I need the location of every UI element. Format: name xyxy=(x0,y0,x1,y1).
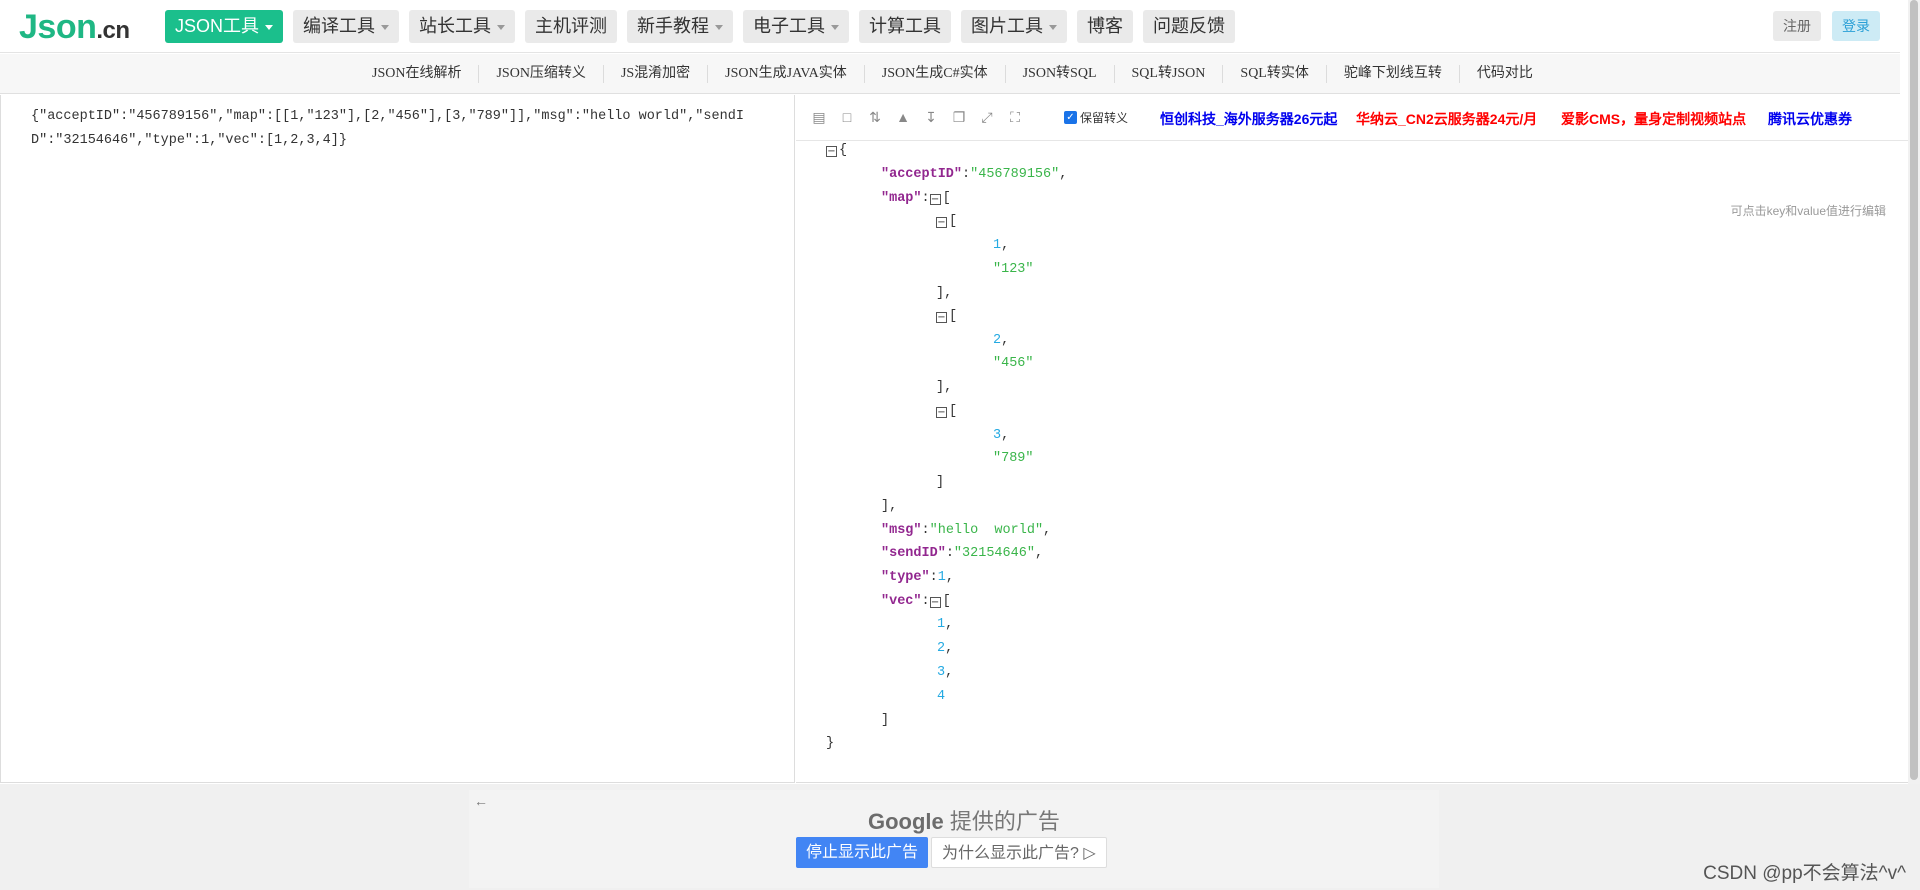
ad-link-2[interactable]: 华纳云_CN2云服务器24元/月 xyxy=(1356,109,1537,129)
nav-item-8[interactable]: 博客 xyxy=(1077,10,1134,43)
chevron-down-icon xyxy=(381,25,390,30)
chevron-down-icon xyxy=(1049,25,1058,30)
stop-showing-ad-button[interactable]: 停止显示此广告 xyxy=(796,837,929,868)
subnav-link-3[interactable]: JSON生成JAVA实体 xyxy=(707,65,864,83)
tree-value-sendID[interactable]: "32154646" xyxy=(954,546,1035,561)
nav-item-0[interactable]: JSON工具 xyxy=(165,10,284,43)
nav-item-3[interactable]: 主机评测 xyxy=(525,10,618,43)
subnav-link-1[interactable]: JSON压缩转义 xyxy=(478,65,602,83)
keep-escape-checkbox[interactable]: ✓ 保留转义 xyxy=(1064,109,1128,126)
compress-icon[interactable]: ⤢ xyxy=(978,108,996,126)
chevron-down-icon xyxy=(831,25,840,30)
top-navbar: Json.cn JSON工具 编译工具 站长工具 主机评测 新手教程 电子工具 计算工具 图片… xyxy=(0,0,1900,53)
tree-value[interactable]: "789" xyxy=(993,451,1034,466)
nav-item-7[interactable]: 图片工具 xyxy=(961,10,1068,43)
chevron-down-icon xyxy=(265,25,274,30)
copy-icon[interactable]: ❐ xyxy=(950,108,968,126)
nav-item-6[interactable]: 计算工具 xyxy=(859,10,952,43)
download-icon[interactable]: ↧ xyxy=(922,108,940,126)
tree-value[interactable]: 1 xyxy=(993,238,1001,253)
chevron-down-icon xyxy=(497,25,506,30)
trash-icon[interactable]: ▲ xyxy=(894,108,912,126)
nav-item-1[interactable]: 编译工具 xyxy=(293,10,400,43)
viewer-toolbar: ▤ □ ⇅ ▲ ↧ ❐ ⤢ ⛶ ✓ 保留转义 恒创科技_海外服务器26元起 华纳… xyxy=(796,95,1908,141)
subnav-link-7[interactable]: SQL转实体 xyxy=(1222,65,1325,83)
subnav-link-5[interactable]: JSON转SQL xyxy=(1004,65,1114,83)
tree-key-vec[interactable]: "vec" xyxy=(881,594,922,609)
tree-key-msg[interactable]: "msg" xyxy=(881,523,922,538)
ad-link-1[interactable]: 恒创科技_海外服务器26元起 xyxy=(1160,109,1337,129)
tree-value-acceptID[interactable]: "456789156" xyxy=(970,167,1059,182)
subnav-link-9[interactable]: 代码对比 xyxy=(1458,65,1550,83)
tree-key-type[interactable]: "type" xyxy=(881,570,930,585)
tree-key-sendID[interactable]: "sendID" xyxy=(881,546,946,561)
collapse-toggle-icon[interactable]: − xyxy=(936,407,947,418)
site-logo[interactable]: Json.cn xyxy=(19,8,130,50)
checkbox-checked-icon[interactable]: ✓ xyxy=(1064,111,1077,124)
json-input-editor[interactable]: {"acceptID":"456789156","map":[[1,"123"]… xyxy=(0,95,795,783)
tree-value[interactable]: 1 xyxy=(937,617,945,632)
tree-value[interactable]: "456" xyxy=(993,356,1034,371)
tree-value[interactable]: 2 xyxy=(993,333,1001,348)
nav-item-4[interactable]: 新手教程 xyxy=(627,10,734,43)
collapse-toggle-icon[interactable]: − xyxy=(826,146,837,157)
login-button[interactable]: 登录 xyxy=(1832,11,1880,41)
collapse-toggle-icon[interactable]: − xyxy=(929,597,941,608)
scrollbar-thumb[interactable] xyxy=(1910,0,1918,780)
tree-value-type[interactable]: 1 xyxy=(938,570,946,585)
register-button[interactable]: 注册 xyxy=(1773,11,1821,41)
subnav-link-4[interactable]: JSON生成C#实体 xyxy=(863,65,1005,83)
subnav-link-6[interactable]: SQL转JSON xyxy=(1113,65,1223,83)
tree-value[interactable]: 2 xyxy=(937,641,945,656)
expand-icon[interactable]: ⛶ xyxy=(1006,108,1024,126)
json-tree-viewer: ▤ □ ⇅ ▲ ↧ ❐ ⤢ ⛶ ✓ 保留转义 恒创科技_海外服务器26元起 华纳… xyxy=(796,95,1908,783)
main-nav: JSON工具 编译工具 站长工具 主机评测 新手教程 电子工具 计算工具 图片工具 博客 问题反馈 xyxy=(165,10,1236,43)
collapse-toggle-icon[interactable]: − xyxy=(936,312,947,323)
tool-subnav: JSON在线解析 JSON压缩转义 JS混淆加密 JSON生成JAVA实体 JSON生成… xyxy=(0,54,1900,94)
database-icon[interactable]: ▤ xyxy=(810,108,828,126)
subnav-link-0[interactable]: JSON在线解析 xyxy=(355,65,478,83)
collapse-toggle-icon[interactable]: − xyxy=(936,217,947,228)
collapse-toggle-icon[interactable]: − xyxy=(929,194,941,205)
ad-link-3[interactable]: 爱影CMS，量身定制视频站点 xyxy=(1561,109,1746,129)
csdn-watermark: CSDN @pp不会算法^v^ xyxy=(1703,863,1906,884)
tree-key-map[interactable]: "map" xyxy=(881,191,922,206)
back-arrow-icon[interactable]: ← xyxy=(474,793,488,809)
tree-value[interactable]: 3 xyxy=(993,428,1001,443)
chevron-down-icon xyxy=(715,25,724,30)
page-scrollbar[interactable] xyxy=(1908,0,1920,784)
subnav-link-8[interactable]: 驼峰下划线互转 xyxy=(1325,65,1459,83)
nav-item-9[interactable]: 问题反馈 xyxy=(1143,10,1236,43)
tree-key-acceptID[interactable]: "acceptID" xyxy=(881,167,962,182)
tree-value-msg[interactable]: "hello world" xyxy=(930,523,1043,538)
play-icon: ▷ xyxy=(1083,845,1096,862)
google-ad-label: Google 提供的广告 xyxy=(868,809,1060,834)
tree-value[interactable]: 4 xyxy=(937,689,945,704)
ad-link-4[interactable]: 腾讯云优惠券 xyxy=(1768,109,1852,129)
why-this-ad-button[interactable]: 为什么显示此广告? ▷ xyxy=(931,837,1107,868)
file-icon[interactable]: □ xyxy=(838,108,856,126)
subnav-link-2[interactable]: JS混淆加密 xyxy=(602,65,707,83)
nav-item-2[interactable]: 站长工具 xyxy=(409,10,516,43)
edit-hint: 可点击key和value值进行编辑 xyxy=(1730,204,1886,218)
nav-item-5[interactable]: 电子工具 xyxy=(743,10,850,43)
json-input-text[interactable]: {"acceptID":"456789156","map":[[1,"123"]… xyxy=(31,105,771,153)
tree-value[interactable]: "123" xyxy=(993,262,1034,277)
tree-value[interactable]: 3 xyxy=(937,665,945,680)
sort-icon[interactable]: ⇅ xyxy=(866,108,884,126)
